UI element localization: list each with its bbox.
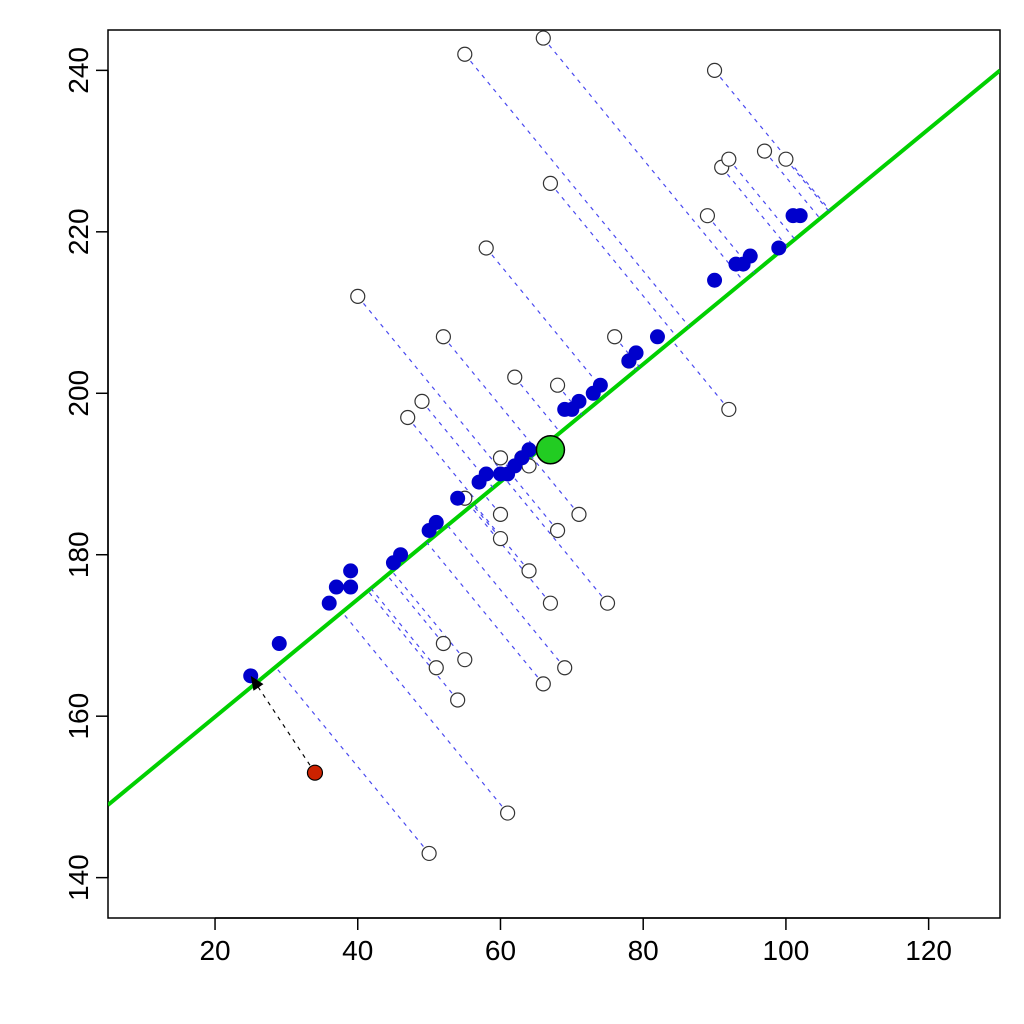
data-point-projected xyxy=(793,209,807,223)
projection-segment xyxy=(443,337,537,451)
plot-border xyxy=(108,30,1000,918)
y-tick-label: 180 xyxy=(63,531,94,578)
data-point-raw xyxy=(722,152,736,166)
data-point-projected xyxy=(344,580,358,594)
data-point-raw xyxy=(601,596,615,610)
y-tick-label: 240 xyxy=(63,47,94,94)
x-tick-label: 60 xyxy=(485,935,516,966)
data-point-raw xyxy=(536,677,550,691)
data-point-raw xyxy=(493,451,507,465)
y-tick-label: 200 xyxy=(63,370,94,417)
x-tick-label: 100 xyxy=(763,935,810,966)
data-point-raw xyxy=(493,532,507,546)
data-point-raw xyxy=(708,63,722,77)
projection-segment xyxy=(531,456,579,514)
projection-segment xyxy=(392,571,465,660)
projection-segment xyxy=(672,340,729,409)
data-point-raw xyxy=(779,152,793,166)
projection-segment xyxy=(505,478,608,603)
data-point-raw xyxy=(536,31,550,45)
data-point-raw xyxy=(415,394,429,408)
data-point-raw xyxy=(758,144,772,158)
data-point-raw xyxy=(572,507,586,521)
x-axis: 20 40 60 80 100 120 xyxy=(199,918,952,966)
data-point-raw xyxy=(429,661,443,675)
data-point-projected xyxy=(593,378,607,392)
y-tick-label: 160 xyxy=(63,693,94,740)
data-point-raw xyxy=(543,176,557,190)
data-point-raw xyxy=(501,806,515,820)
x-tick-label: 40 xyxy=(342,935,373,966)
data-point-projected xyxy=(650,330,664,344)
data-point-projected xyxy=(394,548,408,562)
data-point-raw xyxy=(436,330,450,344)
projection-segment xyxy=(715,70,830,210)
data-point-raw xyxy=(558,661,572,675)
projection-segment xyxy=(550,183,676,336)
data-point-raw xyxy=(451,693,465,707)
data-point-projected xyxy=(344,564,358,578)
data-point-projected xyxy=(572,394,586,408)
data-point-raw xyxy=(479,241,493,255)
highlight-arrow-segment xyxy=(251,676,315,773)
projection-segment xyxy=(471,506,551,603)
data-point-raw xyxy=(700,209,714,223)
projection-segment xyxy=(276,667,430,853)
data-point-raw xyxy=(458,47,472,61)
data-point-raw xyxy=(493,507,507,521)
projection-segment xyxy=(371,588,436,667)
pca-projection-scatter: 20 40 60 80 100 120 140 160 180 200 220 240 xyxy=(0,0,1024,1024)
data-point-projected xyxy=(451,491,465,505)
data-point-raw xyxy=(436,637,450,651)
y-tick-label: 220 xyxy=(63,208,94,255)
data-point-raw xyxy=(508,370,522,384)
projection-segment xyxy=(342,612,507,813)
data-point-projected xyxy=(708,273,722,287)
projection-segment xyxy=(387,575,443,643)
data-point-projected xyxy=(322,596,336,610)
projection-segment xyxy=(427,542,543,683)
y-tick-label: 140 xyxy=(63,854,94,901)
data-point-projected xyxy=(272,637,286,651)
projection-segment xyxy=(486,248,606,394)
data-point-raw xyxy=(401,410,415,424)
data-point-projected xyxy=(479,467,493,481)
projection-segment xyxy=(465,54,689,326)
x-tick-label: 80 xyxy=(628,935,659,966)
projection-segment xyxy=(511,473,558,530)
highlight-raw-point xyxy=(307,765,322,780)
data-point-raw xyxy=(458,653,472,667)
data-point-raw xyxy=(422,846,436,860)
centroid-point xyxy=(536,436,564,464)
data-point-projected xyxy=(522,443,536,457)
y-axis: 140 160 180 200 220 240 xyxy=(63,47,108,901)
data-point-raw xyxy=(608,330,622,344)
x-tick-label: 120 xyxy=(905,935,952,966)
data-point-raw xyxy=(522,564,536,578)
data-point-raw xyxy=(351,289,365,303)
projection-segment xyxy=(408,417,477,501)
data-point-raw xyxy=(543,596,557,610)
data-point-projected xyxy=(429,515,443,529)
data-point-projected xyxy=(743,249,757,263)
x-tick-label: 20 xyxy=(199,935,230,966)
projection-segment xyxy=(786,159,829,211)
data-point-raw xyxy=(722,402,736,416)
data-point-raw xyxy=(551,524,565,538)
data-point-raw xyxy=(551,378,565,392)
chart-container: 20 40 60 80 100 120 140 160 180 200 220 240 xyxy=(0,0,1024,1024)
projection-segment xyxy=(729,159,795,239)
projection-segment xyxy=(722,167,787,246)
data-point-projected xyxy=(772,241,786,255)
data-point-projected xyxy=(629,346,643,360)
data-point-projected xyxy=(329,580,343,594)
